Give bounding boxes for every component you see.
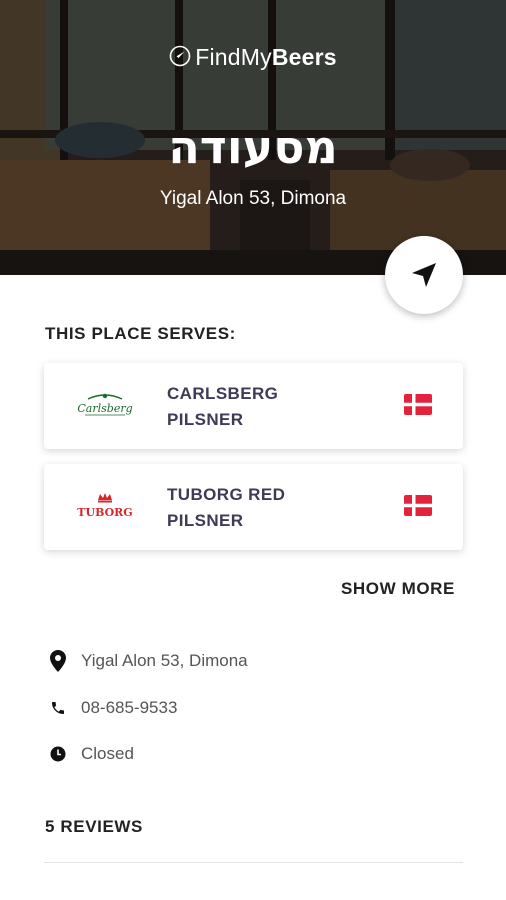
- phone-text: 08-685-9533: [81, 698, 178, 717]
- brand-beers: Beers: [271, 44, 337, 70]
- venue-address: Yigal Alon 53, Dimona: [159, 188, 347, 209]
- denmark-flag-icon: [404, 394, 432, 415]
- beer-name-line1: CARLSBERG: [167, 384, 279, 403]
- compass-icon: [169, 45, 191, 67]
- phone-row[interactable]: 08-685-9533: [48, 695, 177, 721]
- denmark-flag-icon: [404, 495, 432, 516]
- tuborg-logo-text: TUBORG: [77, 506, 132, 519]
- brand-my: My: [240, 44, 272, 70]
- beer-name-line2: PILSNER: [167, 410, 244, 429]
- show-more-button[interactable]: SHOW MORE: [341, 579, 455, 599]
- venue-name: מסעודה: [168, 120, 338, 174]
- beer-name: CARLSBERG PILSNER: [167, 381, 317, 433]
- navigate-button[interactable]: [385, 236, 463, 314]
- beer-name-line2: PILSNER: [167, 511, 244, 530]
- beer-card-carlsberg[interactable]: Carlsberg CARLSBERG PILSNER: [44, 363, 463, 449]
- status-text: Closed: [81, 744, 134, 763]
- navigation-arrow-icon: [412, 263, 436, 287]
- divider: [44, 862, 463, 863]
- beer-card-tuborg[interactable]: TUBORG TUBORG RED PILSNER: [44, 464, 463, 550]
- clock-icon: [48, 743, 68, 765]
- beer-name-line1: TUBORG RED: [167, 485, 286, 504]
- carlsberg-logo-text: Carlsberg: [77, 402, 132, 415]
- app-logo: FindMyBeers: [0, 44, 506, 71]
- hours-row: Closed: [48, 741, 134, 767]
- brand-find: Find: [195, 44, 241, 70]
- address-text: Yigal Alon 53, Dimona: [81, 651, 248, 670]
- hero-banner: FindMyBeers מסעודה Yigal Alon 53, Dimona: [0, 0, 506, 275]
- reviews-heading[interactable]: 5 REVIEWS: [45, 817, 143, 837]
- tuborg-logo: TUBORG: [77, 493, 133, 519]
- serves-heading: THIS PLACE SERVES:: [45, 324, 236, 343]
- beer-name: TUBORG RED PILSNER: [167, 482, 317, 534]
- address-row[interactable]: Yigal Alon 53, Dimona: [48, 648, 248, 674]
- carlsberg-logo: Carlsberg: [77, 393, 133, 416]
- phone-icon: [48, 697, 68, 719]
- location-pin-icon: [48, 650, 68, 672]
